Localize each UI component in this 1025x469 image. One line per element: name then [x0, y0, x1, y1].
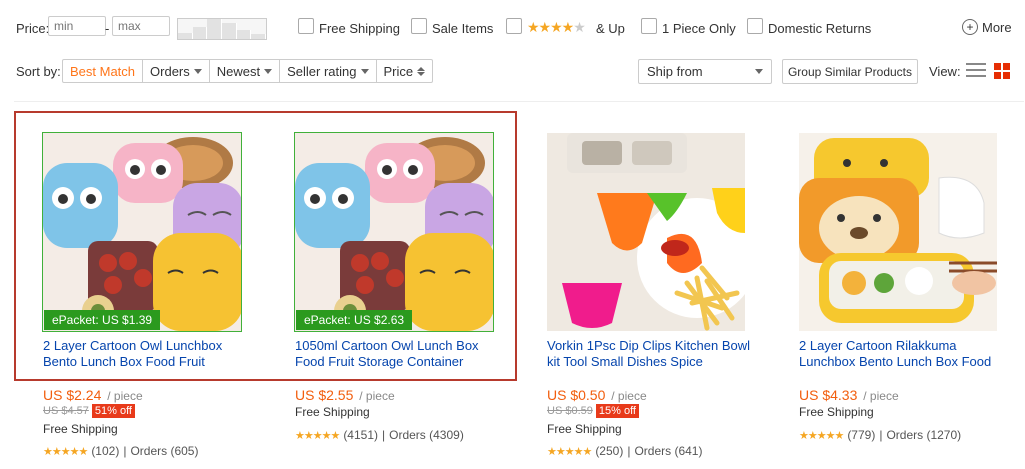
price-unit: / piece: [863, 389, 899, 403]
rating-stars-icon: ★★★★★: [547, 445, 592, 458]
original-price-row: US $0.59 15% off: [547, 404, 639, 418]
price-histogram[interactable]: [177, 18, 267, 40]
product-image[interactable]: [547, 133, 745, 331]
rating-row: ★★★★★ (779) | Orders (1270): [799, 428, 961, 442]
domestic-returns-label[interactable]: Domestic Returns: [768, 21, 871, 36]
sort-price[interactable]: Price: [377, 60, 433, 82]
product-title-link[interactable]: 2 Layer Cartoon Owl Lunchbox Bento Lunch…: [43, 338, 258, 370]
price-max-input[interactable]: [112, 16, 170, 36]
sort-by-label: Sort by:: [16, 64, 61, 79]
discount-badge: 51% off: [91, 404, 135, 418]
price-unit: / piece: [611, 389, 647, 403]
rating-stars-icon: ★★★★★: [295, 429, 340, 442]
one-piece-only-checkbox[interactable]: [641, 18, 657, 34]
plus-circle-icon: +: [962, 19, 978, 35]
caret-down-icon: [264, 68, 273, 74]
price-value: US $4.33: [799, 387, 858, 403]
rating-row: ★★★★★ (4151) | Orders (4309): [295, 428, 464, 442]
separator: |: [382, 428, 386, 442]
sort-price-label: Price: [383, 63, 414, 79]
original-price: US $0.59: [547, 405, 593, 417]
review-count-link[interactable]: (102): [91, 444, 119, 458]
free-shipping-text: Free Shipping: [295, 405, 370, 419]
view-label: View:: [929, 64, 961, 79]
product-image[interactable]: [799, 133, 997, 331]
separator: |: [879, 428, 883, 442]
price-value: US $2.55: [295, 387, 354, 403]
orders-count: Orders (605): [130, 444, 199, 458]
product-title-link[interactable]: 1050ml Cartoon Owl Lunch Box Food Fruit …: [295, 338, 510, 370]
price-label: Price:: [16, 21, 50, 36]
caret-down-icon: [193, 68, 202, 74]
price-value: US $2.24: [43, 387, 102, 403]
sort-seller-rating-label: Seller rating: [287, 63, 357, 79]
product-price: US $2.55 / piece: [295, 387, 395, 403]
rating-row: ★★★★★ (250) | Orders (641): [547, 444, 702, 458]
product-price: US $0.50 / piece: [547, 387, 647, 403]
product-image[interactable]: ePacket: US $1.39: [42, 132, 242, 332]
domestic-returns-checkbox[interactable]: [747, 18, 763, 34]
sort-newest[interactable]: Newest: [210, 60, 281, 82]
review-count-link[interactable]: (250): [595, 444, 623, 458]
rating-checkbox[interactable]: [506, 18, 522, 34]
more-filters-button[interactable]: + More: [962, 19, 1012, 35]
epacket-badge: ePacket: US $1.39: [44, 310, 161, 330]
orders-count: Orders (641): [634, 444, 703, 458]
group-similar-products-button[interactable]: Group Similar Products: [782, 59, 918, 84]
product-title-link[interactable]: 2 Layer Cartoon Rilakkuma Lunchbox Bento…: [799, 338, 1014, 370]
price-unit: / piece: [359, 389, 395, 403]
sale-items-label[interactable]: Sale Items: [432, 21, 493, 36]
four-star-rating-icon: ★★★★★: [527, 19, 586, 35]
price-dash: -: [105, 21, 110, 36]
product-title-link[interactable]: Vorkin 1Psc Dip Clips Kitchen Bowl kit T…: [547, 338, 762, 370]
sort-seller-rating[interactable]: Seller rating: [280, 60, 377, 82]
ship-from-label: Ship from: [647, 64, 703, 79]
product-image[interactable]: ePacket: US $2.63: [294, 132, 494, 332]
separator: |: [123, 444, 127, 458]
free-shipping-text: Free Shipping: [799, 405, 874, 419]
price-min-input[interactable]: [48, 16, 106, 36]
rating-stars-icon: ★★★★★: [799, 429, 844, 442]
price-unit: / piece: [107, 389, 143, 403]
sort-arrows-icon: [417, 66, 426, 76]
product-price: US $2.24 / piece: [43, 387, 143, 403]
original-price: US $4.57: [43, 405, 89, 417]
sort-best-match[interactable]: Best Match: [63, 60, 144, 82]
divider: [14, 101, 1024, 102]
discount-badge: 15% off: [595, 404, 639, 418]
rating-row: ★★★★★ (102) | Orders (605): [43, 444, 198, 458]
orders-count: Orders (1270): [886, 428, 962, 442]
free-shipping-label[interactable]: Free Shipping: [319, 21, 400, 36]
free-shipping-checkbox[interactable]: [298, 18, 314, 34]
gallery-view-icon[interactable]: [994, 63, 1010, 79]
one-piece-only-label[interactable]: 1 Piece Only: [662, 21, 736, 36]
orders-count: Orders (4309): [389, 428, 464, 442]
product-price: US $4.33 / piece: [799, 387, 899, 403]
sort-newest-label: Newest: [216, 63, 261, 79]
sale-items-checkbox[interactable]: [411, 18, 427, 34]
caret-down-icon: [360, 68, 369, 74]
original-price-row: US $4.57 51% off: [43, 404, 135, 418]
stars-up-label[interactable]: & Up: [596, 21, 625, 36]
list-view-icon[interactable]: [966, 63, 986, 79]
chevron-down-icon: [755, 69, 763, 74]
price-value: US $0.50: [547, 387, 606, 403]
sort-orders-label: Orders: [150, 63, 190, 79]
review-count-link[interactable]: (779): [847, 428, 875, 442]
sort-best-match-label: Best Match: [70, 63, 136, 79]
filter-bar: Price: - Free Shipping Sale Items ★★★★★ …: [0, 0, 1025, 56]
epacket-badge: ePacket: US $2.63: [296, 310, 413, 330]
separator: |: [627, 444, 631, 458]
more-label: More: [982, 19, 1012, 35]
rating-stars-icon: ★★★★★: [43, 445, 88, 458]
ship-from-dropdown[interactable]: Ship from: [638, 59, 772, 84]
free-shipping-text: Free Shipping: [547, 422, 622, 436]
free-shipping-text: Free Shipping: [43, 422, 118, 436]
sort-orders[interactable]: Orders: [143, 60, 210, 82]
sort-options: Best Match Orders Newest Seller rating P…: [62, 59, 434, 83]
review-count-link[interactable]: (4151): [343, 428, 378, 442]
